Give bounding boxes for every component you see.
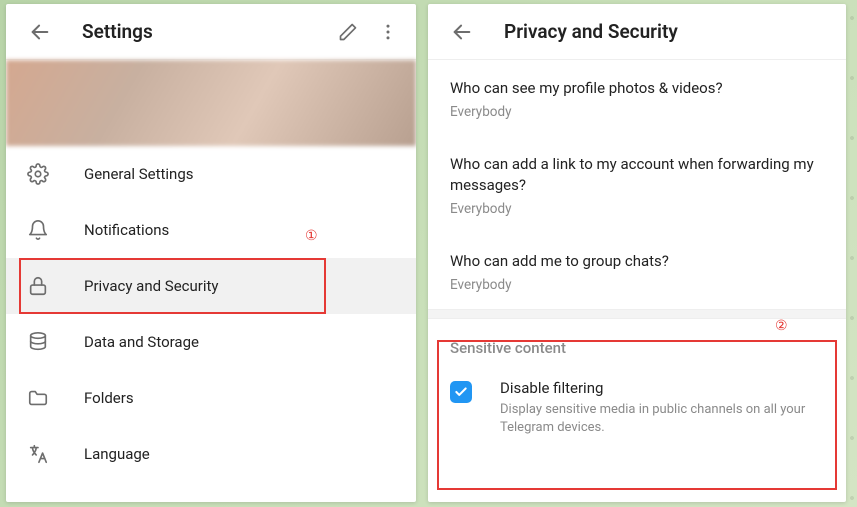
menu-label: Folders	[84, 389, 134, 407]
menu-label: Privacy and Security	[84, 277, 219, 295]
menu-item-notifications[interactable]: Notifications	[6, 202, 416, 258]
more-vertical-icon	[378, 22, 398, 42]
settings-menu: General Settings Notifications Privacy a…	[6, 146, 416, 502]
database-icon	[26, 330, 50, 354]
menu-label: Notifications	[84, 221, 169, 239]
privacy-body: Who can see my profile photos & videos? …	[428, 60, 846, 502]
privacy-panel: Privacy and Security Who can see my prof…	[428, 4, 846, 502]
more-button[interactable]	[368, 12, 408, 52]
privacy-row-profile-photos[interactable]: Who can see my profile photos & videos? …	[428, 60, 846, 136]
annotation-number-2: ②	[775, 318, 788, 334]
annotation-number-1: ①	[305, 228, 318, 244]
language-icon	[26, 442, 50, 466]
privacy-title: Privacy and Security	[504, 20, 838, 43]
disable-filtering-checkbox[interactable]	[450, 381, 472, 403]
privacy-question: Who can add me to group chats?	[450, 251, 824, 271]
arrow-left-icon	[29, 21, 51, 43]
menu-label: General Settings	[84, 165, 194, 183]
menu-item-general[interactable]: General Settings	[6, 146, 416, 202]
check-icon	[454, 385, 468, 399]
edit-button[interactable]	[328, 12, 368, 52]
menu-item-language[interactable]: Language	[6, 426, 416, 482]
arrow-left-icon	[451, 21, 473, 43]
menu-item-folders[interactable]: Folders	[6, 370, 416, 426]
privacy-row-forward-link[interactable]: Who can add a link to my account when fo…	[428, 136, 846, 233]
privacy-value: Everybody	[450, 201, 824, 217]
disable-filtering-row[interactable]: Disable filtering Display sensitive medi…	[428, 365, 846, 457]
settings-panel: Settings General Settings	[6, 4, 416, 502]
privacy-question: Who can add a link to my account when fo…	[450, 154, 824, 195]
privacy-question: Who can see my profile photos & videos?	[450, 78, 824, 98]
disable-filtering-label: Disable filtering	[500, 379, 824, 397]
folder-icon	[26, 386, 50, 410]
back-button[interactable]	[442, 12, 482, 52]
privacy-header: Privacy and Security	[428, 4, 846, 60]
privacy-value: Everybody	[450, 104, 824, 120]
bell-icon	[26, 218, 50, 242]
profile-banner[interactable]	[6, 60, 416, 146]
menu-item-privacy[interactable]: Privacy and Security	[6, 258, 416, 314]
lock-icon	[26, 274, 50, 298]
menu-label: Language	[84, 445, 150, 463]
disable-filtering-desc: Display sensitive media in public channe…	[500, 401, 824, 437]
privacy-row-group-chats[interactable]: Who can add me to group chats? Everybody	[428, 233, 846, 309]
menu-label: Data and Storage	[84, 333, 199, 351]
settings-title: Settings	[82, 20, 328, 43]
privacy-value: Everybody	[450, 277, 824, 293]
menu-item-data-storage[interactable]: Data and Storage	[6, 314, 416, 370]
gear-icon	[26, 162, 50, 186]
back-button[interactable]	[20, 12, 60, 52]
settings-header: Settings	[6, 4, 416, 60]
pencil-icon	[338, 22, 358, 42]
